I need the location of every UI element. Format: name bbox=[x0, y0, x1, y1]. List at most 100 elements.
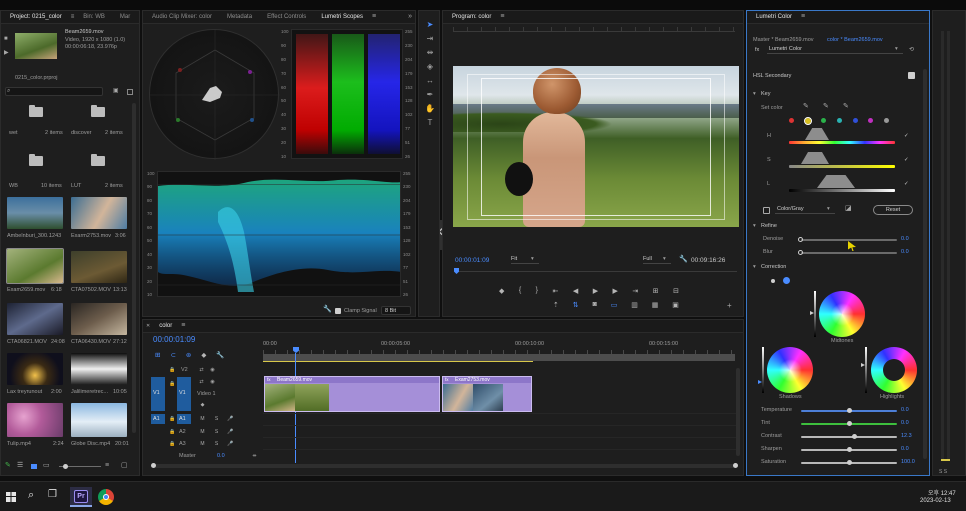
timeline-vscroll[interactable] bbox=[736, 368, 740, 456]
clip-thumbnail[interactable] bbox=[7, 403, 63, 437]
add-marker-icon[interactable]: ◆ bbox=[499, 287, 504, 297]
lock-icon[interactable]: 🔒 bbox=[169, 380, 176, 388]
play-icon[interactable]: ▶ bbox=[593, 287, 598, 297]
extract-icon[interactable]: ⇅ bbox=[573, 301, 579, 311]
denoise-value[interactable]: 0.0 bbox=[901, 236, 909, 242]
menu-icon[interactable]: ≡ bbox=[181, 322, 185, 330]
premiere-pro-taskbar-icon[interactable]: Pr bbox=[70, 487, 92, 507]
sync-lock-icon[interactable]: ⇄ bbox=[198, 366, 205, 374]
search-input[interactable] bbox=[5, 87, 103, 96]
quality-dropdown[interactable]: Full ▾ bbox=[643, 256, 671, 264]
clamp-signal-checkbox[interactable] bbox=[335, 308, 341, 314]
clip-thumbnail[interactable] bbox=[7, 303, 63, 335]
sort-icon[interactable]: ≡ bbox=[105, 462, 109, 470]
color-gray-dropdown[interactable]: Color/Gray ▾ bbox=[775, 205, 835, 214]
menu-icon[interactable]: ≡ bbox=[372, 13, 376, 21]
type-tool-icon[interactable]: T bbox=[424, 117, 436, 129]
luminance-range-slider[interactable] bbox=[789, 189, 895, 192]
sequence-clip-label[interactable]: color * Beam2659.mov bbox=[827, 37, 883, 43]
overwrite-icon[interactable]: ⊟ bbox=[673, 287, 679, 297]
sync-lock-icon[interactable]: ⇄ bbox=[198, 378, 205, 386]
tab-effect-controls[interactable]: Effect Controls bbox=[261, 14, 312, 20]
vr-icon[interactable]: ▣ bbox=[672, 301, 679, 311]
tab-audio-clip-mixer[interactable]: Audio Clip Mixer: color bbox=[146, 14, 218, 20]
eyedropper-icon[interactable]: ✎ bbox=[803, 103, 809, 111]
midtones-slider[interactable] bbox=[814, 291, 816, 337]
swatch-red[interactable] bbox=[789, 118, 794, 123]
microphone-icon[interactable]: 🎤 bbox=[227, 415, 234, 423]
keyframe-nav-icon[interactable]: ◆ bbox=[199, 401, 206, 409]
blur-value[interactable]: 0.0 bbox=[901, 249, 909, 255]
solo-track-icon[interactable]: S bbox=[213, 440, 220, 448]
key-section-title[interactable]: Key bbox=[761, 91, 770, 97]
swatch-yellow[interactable] bbox=[803, 117, 812, 125]
shadows-slider[interactable] bbox=[762, 347, 764, 393]
saturation-slider-knob[interactable] bbox=[846, 460, 852, 465]
add-marker-icon[interactable]: ◆ bbox=[201, 351, 206, 359]
timeline-timecode[interactable]: 00:00:01:09 bbox=[153, 335, 195, 344]
saturation-range-slider[interactable] bbox=[789, 165, 895, 168]
add-button-icon[interactable]: + bbox=[727, 302, 732, 310]
denoise-slider[interactable] bbox=[801, 239, 897, 241]
clip-thumbnail[interactable] bbox=[71, 403, 127, 437]
reset-effect-icon[interactable]: ⟲ bbox=[909, 46, 914, 54]
folder-icon[interactable] bbox=[91, 154, 105, 166]
go-to-in-icon[interactable]: ⇤ bbox=[552, 287, 558, 297]
chevron-right-icon[interactable]: » bbox=[408, 13, 412, 21]
tab-project[interactable]: Project: 0215_color bbox=[4, 14, 68, 20]
contrast-slider[interactable] bbox=[801, 436, 897, 438]
checkmark-icon[interactable]: ✓ bbox=[904, 157, 909, 163]
go-to-end-icon[interactable]: ⇹ bbox=[251, 452, 258, 460]
step-forward-icon[interactable]: ▶ bbox=[613, 287, 618, 297]
highlights-slider[interactable] bbox=[865, 347, 867, 393]
eye-icon[interactable]: ◉ bbox=[209, 378, 216, 386]
pen-tool-icon[interactable]: ✒ bbox=[424, 89, 436, 101]
solo-track-icon[interactable]: S bbox=[213, 415, 220, 423]
chevron-down-icon[interactable]: ▾ bbox=[753, 223, 756, 229]
hsl-secondary-checkbox[interactable] bbox=[908, 72, 915, 79]
wrench-icon[interactable]: 🔧 bbox=[679, 256, 688, 264]
temperature-slider-knob[interactable] bbox=[846, 408, 852, 413]
checkmark-icon[interactable]: ✓ bbox=[904, 133, 909, 139]
wrench-icon[interactable]: 🔧 bbox=[323, 306, 332, 314]
lock-icon[interactable]: 🔒 bbox=[169, 440, 176, 448]
icon-view-button[interactable] bbox=[31, 464, 37, 469]
swatch-magenta[interactable] bbox=[868, 118, 874, 123]
close-icon[interactable]: ✕ bbox=[146, 322, 150, 330]
safe-margins-icon[interactable]: ▭ bbox=[611, 301, 618, 311]
chrome-taskbar-icon[interactable] bbox=[98, 489, 114, 505]
blur-knob[interactable] bbox=[798, 250, 803, 255]
clip-thumbnail[interactable] bbox=[71, 197, 127, 229]
tint-value[interactable]: 0.0 bbox=[901, 420, 909, 426]
fit-dropdown[interactable]: Fit ▾ bbox=[511, 256, 539, 264]
reset-button[interactable]: Reset bbox=[873, 205, 913, 215]
three-wheel-mode-icon[interactable] bbox=[783, 277, 790, 284]
midtones-color-wheel[interactable] bbox=[819, 291, 865, 337]
microphone-icon[interactable]: 🎤 bbox=[227, 440, 234, 448]
timeline-clip[interactable]: fx Beam2659.mov bbox=[264, 376, 440, 412]
folder-icon[interactable] bbox=[91, 105, 105, 117]
checkmark-icon[interactable]: ✓ bbox=[904, 181, 909, 187]
tab-program[interactable]: Program: color bbox=[446, 14, 497, 20]
selection-tool-icon[interactable]: ➤ bbox=[424, 19, 436, 31]
new-item-icon[interactable]: ▢ bbox=[121, 462, 128, 470]
temperature-value[interactable]: 0.0 bbox=[901, 407, 909, 413]
invert-mask-icon[interactable]: ◪ bbox=[845, 205, 852, 213]
bit-depth-dropdown[interactable]: 8 Bit bbox=[381, 306, 411, 315]
sharpen-value[interactable]: 0.0 bbox=[901, 446, 909, 452]
hand-tool-icon[interactable]: ✋ bbox=[424, 103, 436, 115]
insert-icon[interactable]: ⊞ bbox=[653, 287, 659, 297]
lock-icon[interactable]: 🔒 bbox=[169, 366, 176, 374]
saturation-value[interactable]: 100.0 bbox=[901, 459, 915, 465]
compare-icon[interactable]: ▥ bbox=[631, 301, 638, 311]
clip-thumbnail[interactable] bbox=[71, 353, 127, 385]
freeform-view-icon[interactable]: ▭ bbox=[43, 462, 50, 470]
hscroll-left-handle[interactable] bbox=[151, 463, 156, 468]
razor-tool-icon[interactable]: ◈ bbox=[424, 61, 436, 73]
lift-icon[interactable]: ⇡ bbox=[553, 301, 559, 311]
lumetri-scrollbar[interactable] bbox=[923, 69, 927, 459]
windows-start-icon[interactable] bbox=[6, 492, 16, 502]
clip-thumbnail-selected[interactable] bbox=[6, 248, 64, 284]
sharpen-slider-knob[interactable] bbox=[846, 447, 852, 452]
linked-selection-icon[interactable]: ⊛ bbox=[186, 351, 191, 359]
